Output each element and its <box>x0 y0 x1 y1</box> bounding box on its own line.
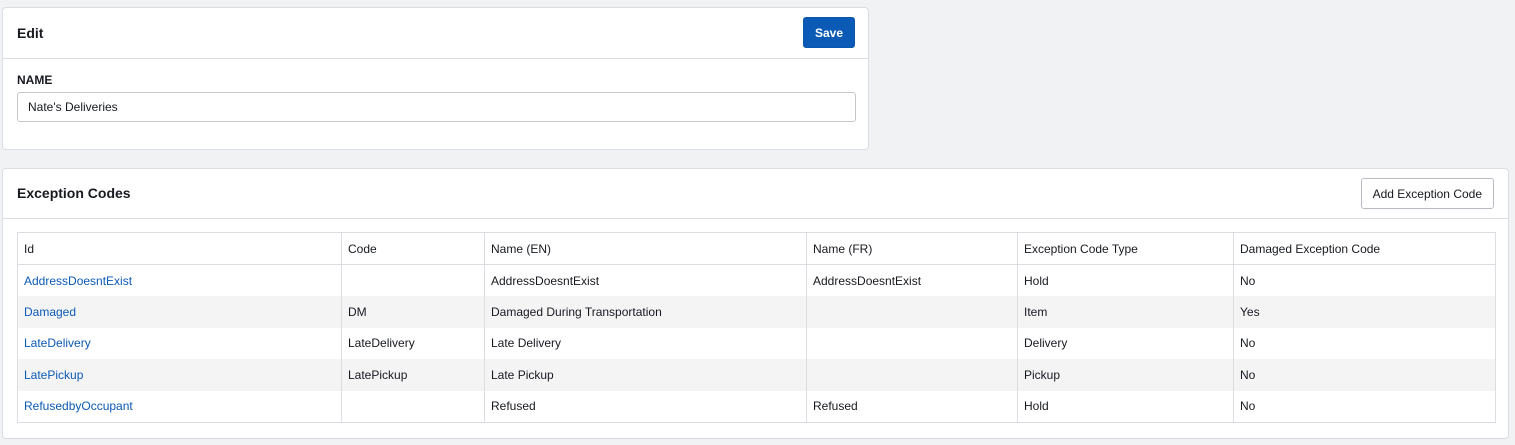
exception-id-link[interactable]: AddressDoesntExist <box>17 264 342 297</box>
save-button[interactable]: Save <box>802 17 855 48</box>
name-input[interactable] <box>17 92 856 122</box>
name-fr-cell: Refused <box>806 390 1018 423</box>
edit-panel-header: Edit Save <box>3 8 868 59</box>
exception-id-link[interactable]: RefusedbyOccupant <box>17 390 342 423</box>
table-header-row: Id Code Name (EN) Name (FR) Exception Co… <box>17 232 1496 265</box>
column-header-name-fr[interactable]: Name (FR) <box>806 232 1018 265</box>
code-cell <box>341 264 485 297</box>
exception-id-link[interactable]: LatePickup <box>17 359 342 391</box>
exception-type-cell: Pickup <box>1017 359 1234 391</box>
name-en-cell: Refused <box>484 390 807 423</box>
damaged-cell: No <box>1240 273 1256 288</box>
name-fr-cell <box>806 296 1018 328</box>
table-row: LatePickup LatePickup Late Pickup Pickup… <box>17 359 1496 391</box>
column-header-name-en[interactable]: Name (EN) <box>484 232 807 265</box>
exception-codes-table: Id Code Name (EN) Name (FR) Exception Co… <box>17 232 1496 423</box>
edit-panel: Edit Save NAME <box>2 7 869 150</box>
exception-type-cell: Hold <box>1017 264 1234 297</box>
name-en-cell: Late Delivery <box>484 327 807 360</box>
damaged-cell: No <box>1240 399 1256 414</box>
column-header-exception-code-type[interactable]: Exception Code Type <box>1017 232 1234 265</box>
name-fr-cell <box>806 327 1018 360</box>
exception-type-cell: Hold <box>1017 390 1234 423</box>
name-en-cell: AddressDoesntExist <box>484 264 807 297</box>
table-row: RefusedbyOccupant Refused Refused Hold N… <box>17 390 1496 423</box>
table-row: AddressDoesntExist AddressDoesntExist Ad… <box>17 264 1496 297</box>
damaged-cell: Yes <box>1240 304 1260 319</box>
name-field-label: NAME <box>17 73 53 87</box>
exception-codes-table-wrap: Id Code Name (EN) Name (FR) Exception Co… <box>17 232 1496 423</box>
code-cell: LatePickup <box>341 359 485 391</box>
table-row: Damaged DM Damaged During Transportation… <box>17 296 1496 328</box>
exception-id-link[interactable]: LateDelivery <box>17 327 342 360</box>
damaged-cell: No <box>1240 336 1256 351</box>
damaged-cell: No <box>1240 368 1256 383</box>
name-fr-cell: AddressDoesntExist <box>806 264 1018 297</box>
exception-codes-title: Exception Codes <box>17 185 131 201</box>
exception-id-link[interactable]: Damaged <box>17 296 342 328</box>
column-header-damaged-exception-code[interactable]: Damaged Exception Code <box>1234 233 1496 265</box>
exception-codes-header: Exception Codes Add Exception Code <box>3 169 1508 219</box>
column-header-code[interactable]: Code <box>341 232 485 265</box>
exception-type-cell: Delivery <box>1017 327 1234 360</box>
column-header-id[interactable]: Id <box>17 232 342 265</box>
name-fr-cell <box>806 359 1018 391</box>
exception-type-cell: Item <box>1017 296 1234 328</box>
code-cell <box>341 390 485 423</box>
add-exception-code-button[interactable]: Add Exception Code <box>1360 178 1494 209</box>
name-en-cell: Damaged During Transportation <box>484 296 807 328</box>
exception-codes-panel: Exception Codes Add Exception Code Id Co… <box>2 168 1509 439</box>
code-cell: DM <box>341 296 485 328</box>
table-row: LateDelivery LateDelivery Late Delivery … <box>17 327 1496 360</box>
edit-panel-title: Edit <box>17 25 44 41</box>
code-cell: LateDelivery <box>341 327 485 360</box>
name-en-cell: Late Pickup <box>484 359 807 391</box>
